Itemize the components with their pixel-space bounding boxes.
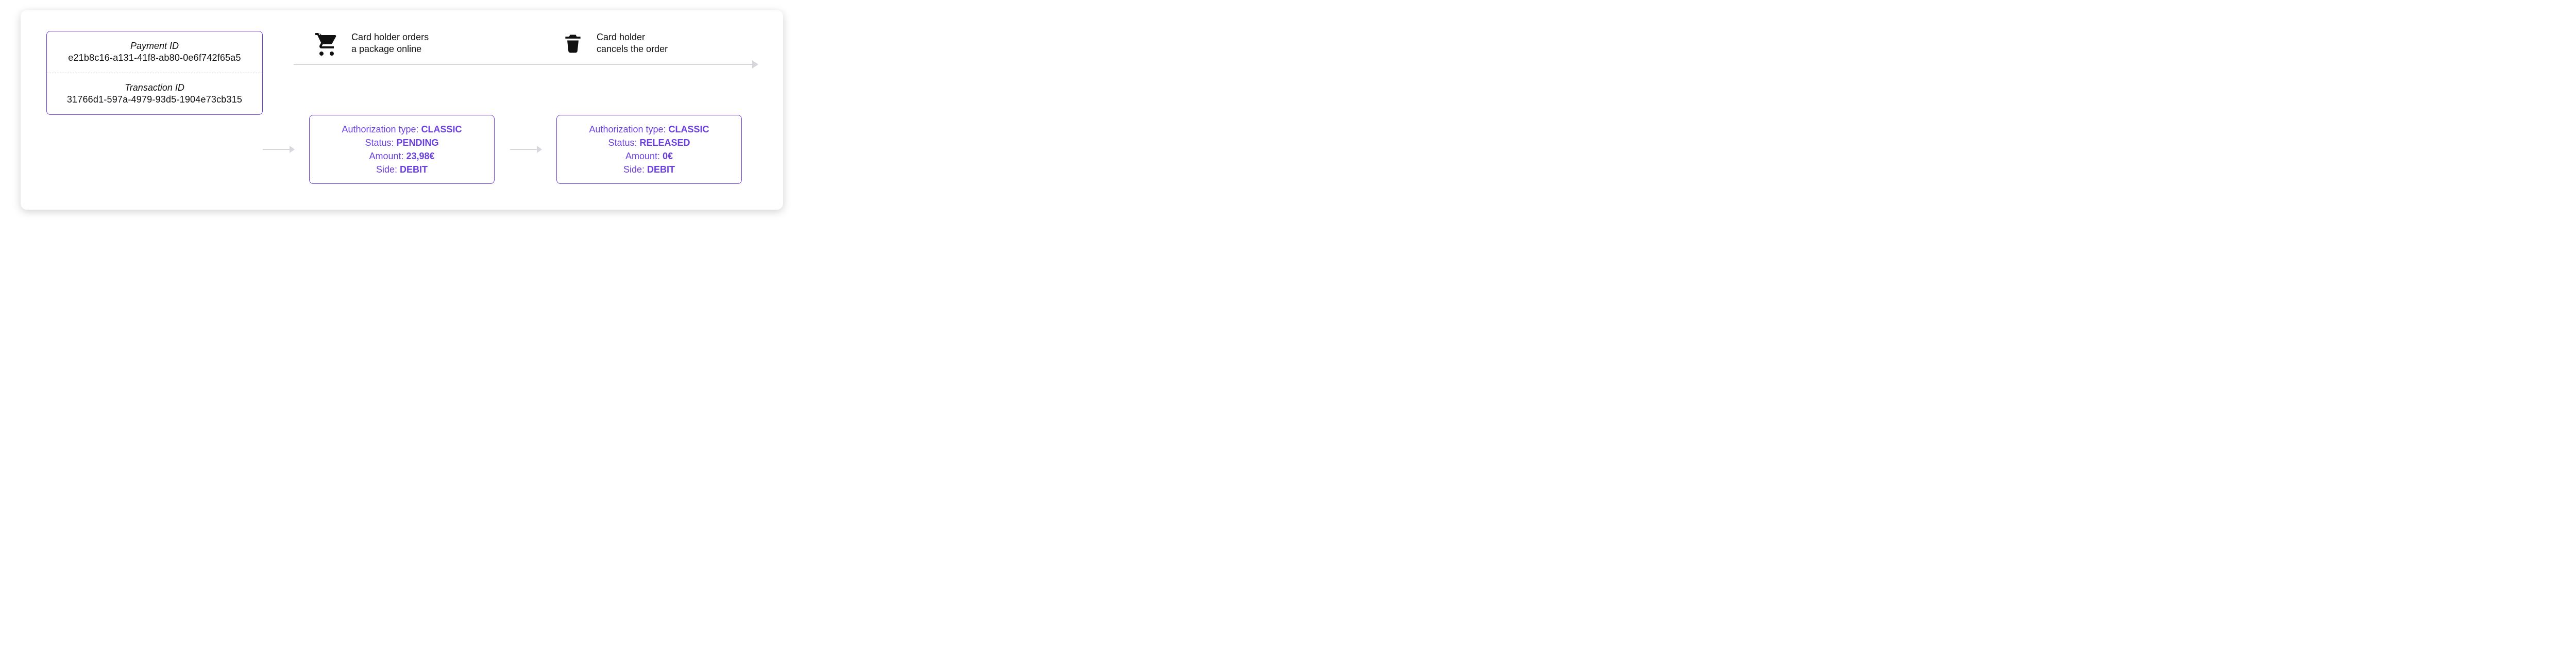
timeline-arrow [294, 64, 757, 65]
authorization-box-1: Authorization type: CLASSIC Status: PEND… [309, 115, 495, 184]
auth-type-value-2: CLASSIC [669, 124, 709, 134]
event-cancel-line1: Card holder [597, 31, 668, 43]
payment-id-value: e21b8c16-a131-41f8-ab80-0e6f742f65a5 [57, 53, 252, 63]
auth-status-value-2: RELEASED [640, 138, 690, 148]
auth-amount-label: Amount: [625, 151, 660, 161]
event-order-line1: Card holder orders [351, 31, 429, 43]
events-row: Card holder orders a package online Card… [294, 31, 757, 56]
auth-type-label: Authorization type: [342, 124, 418, 134]
connector-1 [263, 149, 294, 150]
connector-2 [510, 149, 541, 150]
auth-side-value-1: DEBIT [400, 164, 428, 175]
auth-status-value-1: PENDING [397, 138, 439, 148]
auth-side-value-2: DEBIT [647, 164, 675, 175]
auth-amount-value-1: 23,98€ [406, 151, 435, 161]
event-cancel-line2: cancels the order [597, 43, 668, 55]
event-order: Card holder orders a package online [294, 31, 510, 56]
authorization-box-2: Authorization type: CLASSIC Status: RELE… [556, 115, 742, 184]
auth-amount-label: Amount: [369, 151, 403, 161]
auth-side-label: Side: [376, 164, 397, 175]
transaction-id-label: Transaction ID [57, 82, 252, 93]
auth-type-value-1: CLASSIC [421, 124, 462, 134]
payment-id-section: Payment ID e21b8c16-a131-41f8-ab80-0e6f7… [47, 31, 262, 73]
trash-icon [562, 32, 584, 55]
auth-amount-value-2: 0€ [663, 151, 673, 161]
auth-status-label: Status: [608, 138, 637, 148]
auth-status-label: Status: [365, 138, 394, 148]
ids-box: Payment ID e21b8c16-a131-41f8-ab80-0e6f7… [46, 31, 263, 115]
event-order-line2: a package online [351, 43, 429, 55]
auth-side-label: Side: [623, 164, 645, 175]
payment-id-label: Payment ID [57, 41, 252, 52]
diagram-card: Payment ID e21b8c16-a131-41f8-ab80-0e6f7… [21, 10, 783, 210]
auth-type-label: Authorization type: [589, 124, 666, 134]
transaction-row: Authorization type: CLASSIC Status: PEND… [46, 115, 757, 184]
cart-icon [314, 31, 339, 56]
event-cancel: Card holder cancels the order [541, 31, 757, 56]
transaction-id-value: 31766d1-597a-4979-93d5-1904e73cb315 [57, 94, 252, 105]
transaction-id-section: Transaction ID 31766d1-597a-4979-93d5-19… [47, 73, 262, 114]
diagram-grid: Payment ID e21b8c16-a131-41f8-ab80-0e6f7… [46, 31, 757, 184]
